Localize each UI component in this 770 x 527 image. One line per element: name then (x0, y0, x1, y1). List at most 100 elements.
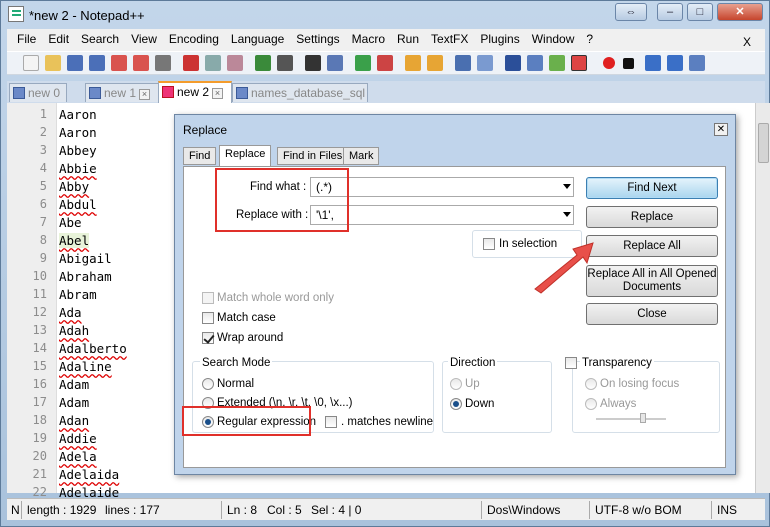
paste-icon[interactable] (227, 55, 243, 71)
tab-new-2[interactable]: new 2 × (158, 81, 232, 103)
record-macro-icon[interactable] (603, 57, 615, 69)
vertical-scrollbar[interactable] (755, 103, 770, 493)
stop-macro-icon[interactable] (623, 58, 634, 69)
code-line[interactable]: Aaron (59, 107, 97, 122)
minimize-button[interactable]: – (657, 3, 683, 21)
function-list-icon[interactable] (571, 55, 587, 71)
direction-down-radio[interactable] (450, 398, 462, 410)
transparency-checkbox[interactable] (565, 357, 577, 369)
code-line[interactable]: Aaron (59, 125, 97, 140)
tab-find-in-files[interactable]: Find in Files (277, 147, 349, 165)
menu-encoding[interactable]: Encoding (163, 29, 225, 51)
replace-all-opened-button[interactable]: Replace All in All Opened Documents (586, 265, 718, 297)
menu-window[interactable]: Window (526, 29, 581, 51)
code-line[interactable]: Abram (59, 287, 97, 302)
code-line[interactable]: Abby (59, 179, 89, 194)
code-line[interactable]: Adah (59, 323, 89, 338)
tab-new-1[interactable]: new 1 × (85, 83, 159, 102)
code-line[interactable]: Adelaida (59, 467, 119, 482)
replace-all-button[interactable]: Replace All (586, 235, 718, 257)
zoom-in-icon[interactable] (355, 55, 371, 71)
close-file-icon[interactable] (111, 55, 127, 71)
transparency-slider-thumb[interactable] (640, 413, 646, 423)
code-line[interactable]: Adam (59, 377, 89, 392)
open-file-icon[interactable] (45, 55, 61, 71)
menu-help[interactable]: ? (580, 29, 599, 51)
menu-file[interactable]: File (11, 29, 42, 51)
code-line[interactable]: Abdul (59, 197, 97, 212)
tab-new-0[interactable]: new 0× (9, 83, 67, 114)
code-line[interactable]: Abe (59, 215, 82, 230)
save-all-icon[interactable] (89, 55, 105, 71)
tab-close-icon[interactable]: × (212, 88, 224, 99)
tab-replace[interactable]: Replace (219, 145, 272, 166)
save-icon[interactable] (67, 55, 83, 71)
scroll-thumb[interactable] (758, 123, 769, 163)
wrap-around-checkbox[interactable] (202, 332, 214, 344)
on-losing-focus-radio[interactable] (585, 378, 597, 390)
tab-names-database-sql[interactable]: names_database_sql× (232, 83, 368, 114)
menu-plugins[interactable]: Plugins (474, 29, 525, 51)
close-button[interactable]: ✕ (717, 3, 763, 21)
play-macro-icon[interactable] (645, 55, 661, 71)
replace-with-input[interactable]: '\1', (310, 205, 574, 225)
doc-map-icon[interactable] (549, 55, 565, 71)
menu-search[interactable]: Search (75, 29, 125, 51)
sync-horizontal-icon[interactable] (427, 55, 443, 71)
menu-close-document[interactable]: X (737, 32, 757, 52)
replace-icon[interactable] (327, 55, 343, 71)
sync-vertical-icon[interactable] (405, 55, 421, 71)
menu-view[interactable]: View (125, 29, 163, 51)
in-selection-checkbox[interactable] (483, 238, 495, 250)
tab-close-icon[interactable]: × (139, 89, 151, 100)
dropdown-arrow-icon[interactable] (563, 212, 571, 217)
find-next-button[interactable]: Find Next (586, 177, 718, 199)
code-line[interactable]: Adaline (59, 359, 112, 374)
code-line[interactable]: Abel (59, 233, 90, 248)
menu-edit[interactable]: Edit (42, 29, 75, 51)
run-macro-multiple-icon[interactable] (667, 55, 683, 71)
tab-mark[interactable]: Mark (343, 147, 380, 165)
close-all-icon[interactable] (133, 55, 149, 71)
code-line[interactable]: Abbey (59, 143, 97, 158)
code-line[interactable]: Abigail (59, 251, 112, 266)
undo-icon[interactable] (255, 55, 271, 71)
restore-layout-icon[interactable]: ⇔ (615, 3, 647, 21)
close-dialog-button[interactable]: Close (586, 303, 718, 325)
user-language-icon[interactable] (527, 55, 543, 71)
indent-guide-icon[interactable] (505, 55, 521, 71)
menu-macro[interactable]: Macro (346, 29, 391, 51)
direction-up-radio[interactable] (450, 378, 462, 390)
word-wrap-icon[interactable] (455, 55, 471, 71)
code-line[interactable]: Abbie (59, 161, 97, 176)
title-bar[interactable]: *new 2 - Notepad++ ⇔ – □ ✕ (1, 1, 770, 29)
print-icon[interactable] (155, 55, 171, 71)
always-radio[interactable] (585, 398, 597, 410)
menu-run[interactable]: Run (391, 29, 425, 51)
match-case-checkbox[interactable] (202, 312, 214, 324)
save-macro-icon[interactable] (689, 55, 705, 71)
transparency-slider[interactable] (596, 418, 666, 420)
zoom-out-icon[interactable] (377, 55, 393, 71)
code-line[interactable]: Adan (59, 413, 89, 428)
find-what-input[interactable]: (.*) (310, 177, 574, 197)
new-file-icon[interactable] (23, 55, 39, 71)
cut-icon[interactable] (183, 55, 199, 71)
find-icon[interactable] (305, 55, 321, 71)
code-line[interactable]: Adam (59, 395, 89, 410)
matches-newline-checkbox[interactable] (325, 416, 337, 428)
menu-language[interactable]: Language (225, 29, 290, 51)
redo-icon[interactable] (277, 55, 293, 71)
tab-find[interactable]: Find (183, 147, 217, 165)
match-whole-word-checkbox[interactable] (202, 292, 214, 304)
code-line[interactable]: Addie (59, 431, 97, 446)
normal-mode-radio[interactable] (202, 378, 214, 390)
dropdown-arrow-icon[interactable] (563, 184, 571, 189)
code-line[interactable]: Adalberto (59, 341, 127, 356)
menu-textfx[interactable]: TextFX (425, 29, 474, 51)
copy-icon[interactable] (205, 55, 221, 71)
replace-button[interactable]: Replace (586, 206, 718, 228)
code-line[interactable]: Abraham (59, 269, 112, 284)
dialog-close-button[interactable]: ✕ (714, 123, 728, 136)
menu-settings[interactable]: Settings (290, 29, 345, 51)
